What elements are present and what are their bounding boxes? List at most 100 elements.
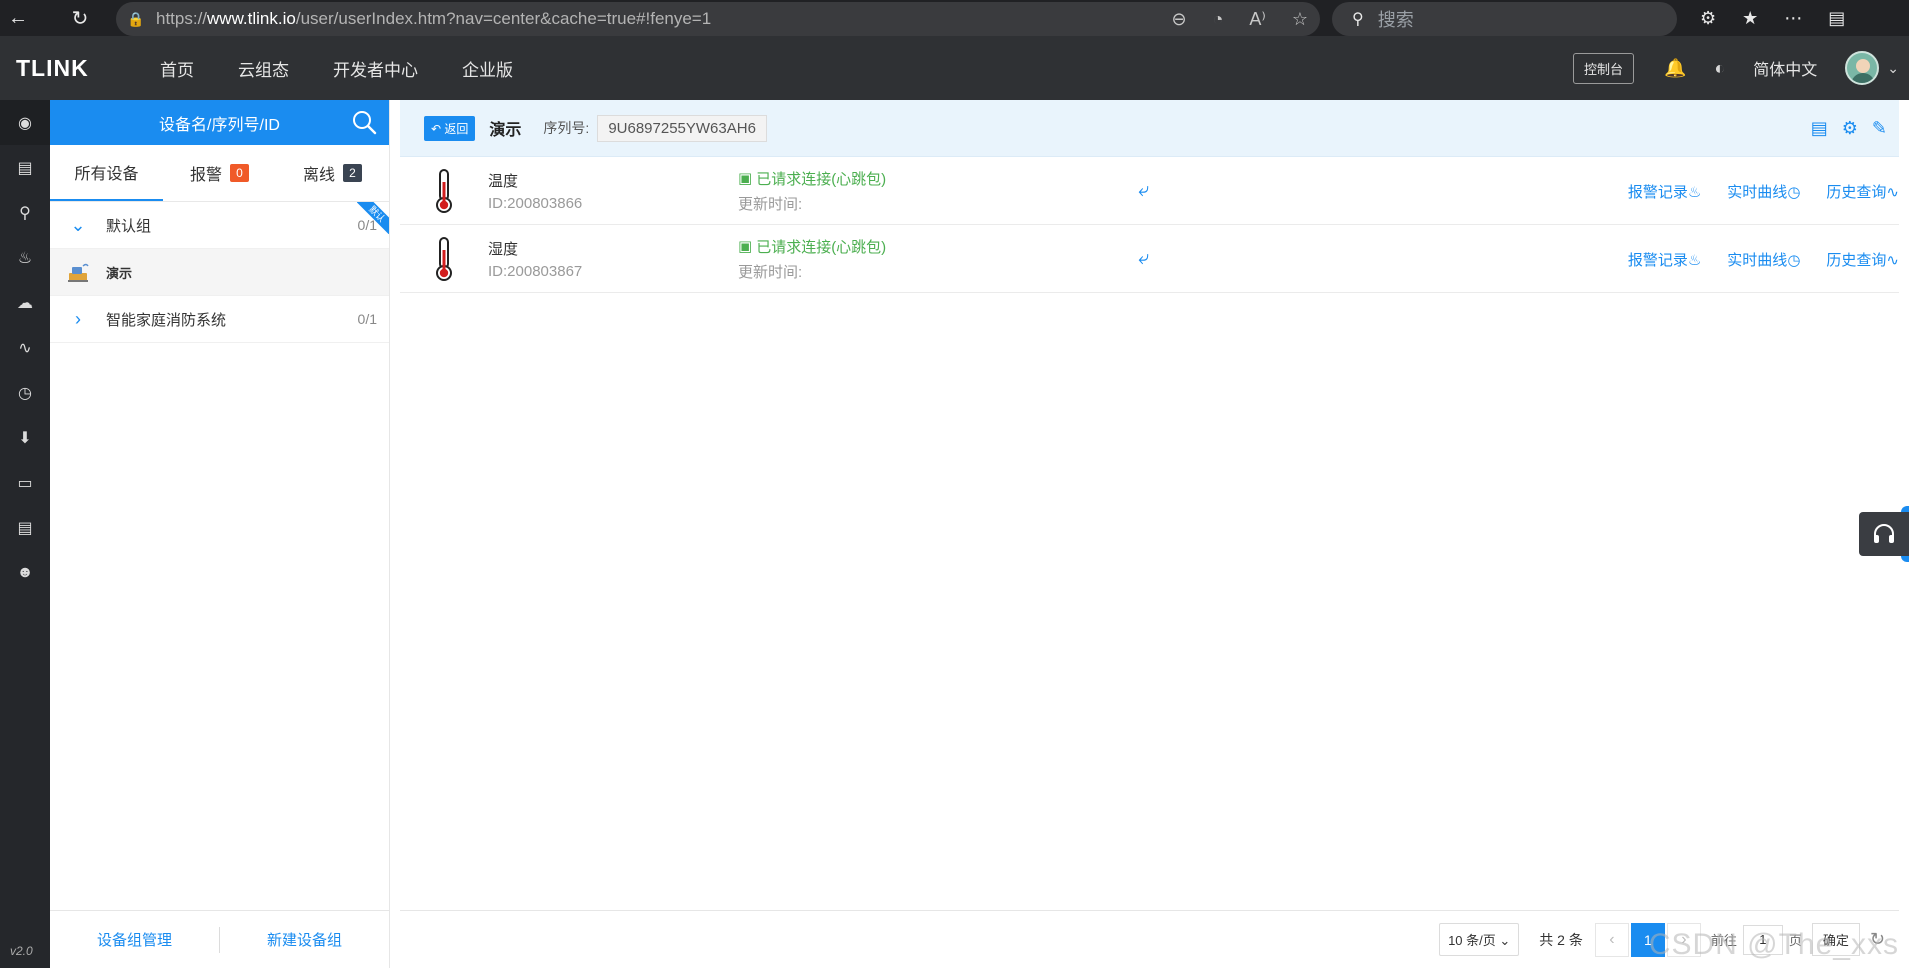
avatar[interactable] (1845, 51, 1880, 85)
current-page-button[interactable]: 1 (1630, 922, 1665, 957)
nav-home[interactable]: 首页 (160, 56, 194, 81)
group-manage-link[interactable]: 设备组管理 (50, 929, 219, 950)
default-ribbon: 默认 (357, 202, 389, 234)
update-time: 更新时间: (738, 195, 803, 213)
sensor-id: ID:200803867 (488, 262, 583, 280)
more-icon[interactable]: ⋯ (1784, 8, 1802, 29)
back-icon[interactable]: ← (0, 0, 36, 36)
card-icon[interactable]: ▤ (0, 505, 50, 550)
version-label: v2.0 (10, 944, 33, 958)
total-count: 共 2 条 (1539, 931, 1583, 948)
extensions-icon[interactable]: ⚙ (1700, 8, 1716, 29)
edge-icon[interactable]: ◔ (1213, 9, 1224, 30)
icon-rail: ◉ ▤ ⚲ ♨ ☁ ∿ ◷ ⬇ ▭ ▤ ☻ v2.0 (0, 100, 50, 968)
device-tabs: 所有设备 报警 0 离线 2 (50, 145, 389, 202)
support-button[interactable] (1859, 512, 1909, 556)
tab-all-devices[interactable]: 所有设备 (50, 145, 163, 201)
top-nav: 首页 云组态 开发者中心 企业版 (160, 56, 513, 81)
device-icon (50, 261, 106, 283)
alarm-record-link[interactable]: 报警记录♨ (1628, 181, 1701, 202)
thermometer-icon (400, 236, 488, 282)
gear-icon[interactable]: ⚙ (1842, 118, 1858, 139)
alarm-count-badge: 0 (230, 164, 249, 182)
lock-icon: 🔒 (127, 10, 145, 27)
serial-field[interactable]: 9U6897255YW63AH6 (597, 114, 767, 142)
monitor-icon: ▣ (738, 170, 753, 187)
nav-enterprise[interactable]: 企业版 (462, 56, 513, 81)
chevron-down-icon[interactable]: ⌄ (50, 215, 106, 236)
sidebar-toggle-icon[interactable]: ▤ (1828, 8, 1845, 29)
location-icon[interactable]: ⚲ (0, 190, 50, 235)
confirm-button[interactable]: 确定 (1811, 923, 1860, 956)
favorites-icon[interactable]: ★ (1742, 8, 1758, 29)
refresh-icon[interactable]: ↻ (1870, 929, 1885, 950)
history-query-link[interactable]: 历史查询∿ (1826, 249, 1899, 270)
logo[interactable]: TLINK (16, 55, 144, 82)
device-search-bar[interactable]: 设备名/序列号/ID (50, 100, 389, 145)
read-aloud-icon[interactable]: A⁾ (1249, 9, 1265, 30)
group-name: 智能家庭消防系统 (106, 311, 227, 329)
archive-icon[interactable]: ▤ (1811, 118, 1828, 139)
pagination: 10 条/页 ⌄ 共 2 条 ‹ 1 › 前往 1 页 确定 ↻ CSDN @T… (400, 910, 1899, 968)
edit-icon[interactable]: ✎ (1872, 118, 1887, 139)
search-icon: ⚲ (1352, 11, 1364, 28)
nodes-icon[interactable]: ∿ (0, 325, 50, 370)
back-button[interactable]: ↶ 返回 (424, 115, 476, 141)
download-icon[interactable]: ⬇ (0, 415, 50, 460)
search-icon[interactable] (351, 109, 377, 135)
device-name: 演示 (106, 265, 133, 281)
screen-icon[interactable]: ▤ (0, 145, 50, 190)
realtime-curve-link[interactable]: 实时曲线◷ (1727, 181, 1800, 202)
monitor-icon[interactable]: ▭ (0, 460, 50, 505)
address-bar[interactable]: 🔒 https://www.tlink.io/user/userIndex.ht… (116, 2, 1320, 36)
new-group-link[interactable]: 新建设备组 (220, 929, 389, 950)
group-count: 0/1 (357, 311, 377, 327)
prev-page-button[interactable]: ‹ (1594, 922, 1629, 957)
reply-icon[interactable]: ⤶ (1138, 247, 1149, 270)
tab-offline[interactable]: 离线 2 (276, 145, 389, 201)
next-page-button[interactable]: › (1666, 922, 1701, 957)
favorite-star-icon[interactable]: ☆ (1292, 9, 1308, 30)
goto-label: 前往 (1710, 933, 1737, 948)
reload-icon[interactable]: ↻ (62, 0, 98, 36)
page-unit-label: 页 (1788, 933, 1802, 948)
url-text: https://www.tlink.io/user/userIndex.htm?… (156, 9, 712, 28)
device-item-demo[interactable]: 演示 (50, 249, 389, 296)
palette-icon[interactable]: ◐ (1714, 58, 1725, 79)
tree-footer: 设备组管理 新建设备组 (50, 910, 389, 968)
group-default[interactable]: ⌄ 默认组 0/1 默认 (50, 202, 389, 249)
monitor-icon: ▣ (738, 238, 753, 255)
target-icon[interactable]: ◉ (0, 100, 50, 145)
chevron-right-icon[interactable]: › (50, 309, 106, 330)
page-number-input[interactable]: 1 (1742, 924, 1783, 955)
language-selector[interactable]: 简体中文 (1753, 56, 1817, 80)
history-query-link[interactable]: 历史查询∿ (1826, 181, 1899, 202)
sensor-name: 湿度 (488, 240, 519, 258)
reply-icon[interactable]: ⤶ (1138, 179, 1149, 202)
clock-icon[interactable]: ◷ (0, 370, 50, 415)
sensor-name: 温度 (488, 172, 519, 190)
user-icon[interactable]: ☻ (0, 550, 50, 595)
notification-bell-icon[interactable]: 🔔 (1664, 58, 1686, 79)
group-name: 默认组 (106, 217, 152, 235)
search-placeholder: 搜索 (1377, 10, 1414, 30)
nav-cloud-config[interactable]: 云组态 (238, 56, 289, 81)
cloud-icon[interactable]: ☁ (0, 280, 50, 325)
device-title: 演示 (489, 122, 522, 139)
alarm-record-link[interactable]: 报警记录♨ (1628, 249, 1701, 270)
device-search-label: 设备名/序列号/ID (159, 116, 280, 134)
chevron-down-icon[interactable]: ⌄ (1887, 60, 1899, 77)
nav-developer[interactable]: 开发者中心 (333, 56, 418, 81)
browser-search[interactable]: ⚲ 搜索 (1332, 2, 1677, 36)
tab-alarm[interactable]: 报警 0 (163, 145, 276, 201)
sensor-row: 湿度 ID:200803867 ▣ 已请求连接(心跳包) 更新时间: ⤶ 报警记录… (400, 225, 1899, 293)
realtime-curve-link[interactable]: 实时曲线◷ (1727, 249, 1800, 270)
connection-status: ▣ 已请求连接(心跳包) (738, 238, 887, 256)
group-smart-fire[interactable]: › 智能家庭消防系统 0/1 (50, 296, 389, 343)
headset-icon (1874, 524, 1894, 543)
bell-icon[interactable]: ♨ (0, 235, 50, 280)
thermometer-icon (400, 168, 488, 214)
page-size-select[interactable]: 10 条/页 ⌄ (1439, 923, 1520, 956)
zoom-out-icon[interactable]: ⊖ (1171, 9, 1186, 30)
console-button[interactable]: 控制台 (1572, 52, 1634, 84)
